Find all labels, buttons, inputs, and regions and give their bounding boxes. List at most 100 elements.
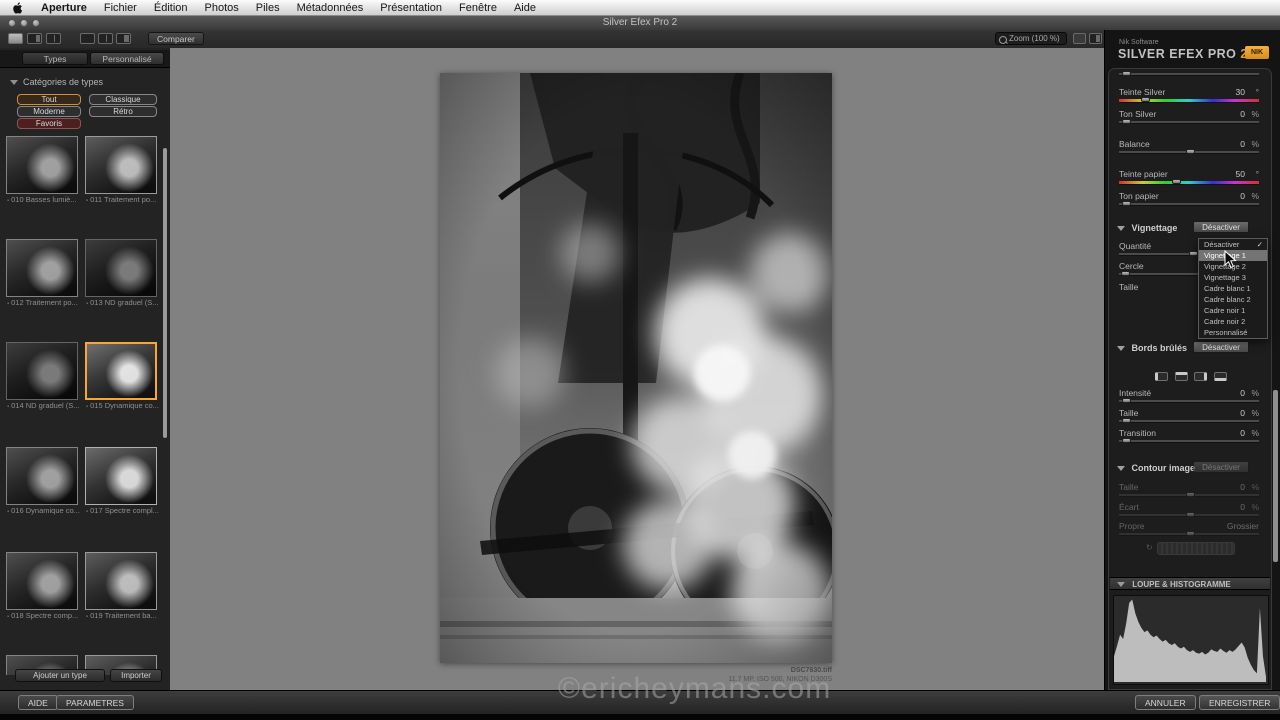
category-moderne-button[interactable]: Moderne <box>17 106 81 117</box>
tab-personnalise[interactable]: Personnalisé <box>90 52 164 65</box>
slider-label: Ton papier <box>1119 191 1159 201</box>
import-button[interactable]: Importer <box>110 669 162 682</box>
menu-item-desactiver[interactable]: Désactiver ✓ <box>1199 239 1267 250</box>
section-contour-image[interactable]: Contour image Désactiver <box>1117 461 1267 477</box>
category-favoris-button[interactable]: Favoris <box>17 118 81 129</box>
slider-ton-silver[interactable]: Ton Silver 0 % <box>1119 109 1259 125</box>
preset-thumbnail[interactable]: ▪ 018 Spectre comp... <box>2 550 81 653</box>
cancel-button[interactable]: ANNULER <box>1135 695 1196 710</box>
category-tout-button[interactable]: Tout <box>17 94 81 105</box>
menu-item-aide[interactable]: Aide <box>514 0 536 16</box>
preset-thumbnail[interactable]: ▪ 019 Traitement ba... <box>81 550 160 653</box>
slider-value: 0 <box>1240 482 1245 492</box>
slider-handle[interactable] <box>1186 149 1196 154</box>
slider-handle[interactable] <box>1121 119 1131 124</box>
slider-teinte-silver[interactable]: Teinte Silver 30 ° <box>1119 87 1259 103</box>
slider-balance[interactable]: Balance 0 % <box>1119 139 1259 155</box>
partial-slider[interactable] <box>1119 69 1259 77</box>
menu-item-edition[interactable]: Édition <box>154 0 188 16</box>
preset-thumbnail[interactable]: ▪ 014 ND graduel (S... <box>2 340 81 443</box>
slider-ton-papier[interactable]: Ton papier 0 % <box>1119 191 1259 207</box>
slider-value: Grossier <box>1226 521 1259 531</box>
zoom-icon <box>999 36 1007 44</box>
slider-intensite[interactable]: Intensité 0 % <box>1119 388 1259 404</box>
lightbulb-icon[interactable] <box>1073 33 1086 44</box>
photo <box>440 71 840 663</box>
slider-handle[interactable] <box>1141 97 1151 102</box>
edge-left-icon[interactable] <box>1155 372 1169 382</box>
section-bords-brules[interactable]: Bords brûlés Désactiver <box>1117 341 1267 357</box>
slider-handle[interactable] <box>1172 179 1182 184</box>
preset-thumbnail[interactable]: ▪ 012 Traitement po... <box>2 237 81 340</box>
section-vignettage[interactable]: Vignettage Désactiver <box>1117 221 1267 237</box>
preset-image <box>84 552 157 610</box>
menu-item-piles[interactable]: Piles <box>256 0 280 16</box>
vary-border-button[interactable]: ↻ <box>1146 542 1235 555</box>
edge-top-icon[interactable] <box>1174 372 1188 382</box>
slider-label: Taille <box>1119 482 1139 492</box>
add-type-button[interactable]: Ajouter un type <box>15 669 105 682</box>
bords-state-button[interactable]: Désactiver <box>1193 341 1249 353</box>
preset-thumbnail[interactable]: ▪ 013 ND graduel (S... <box>81 237 160 340</box>
contour-state-button[interactable]: Désactiver <box>1193 461 1249 473</box>
save-button[interactable]: ENREGISTRER <box>1199 695 1280 710</box>
slider-handle[interactable] <box>1121 201 1131 206</box>
split-preview-icon[interactable] <box>116 33 131 44</box>
menu-item-metadonnees[interactable]: Métadonnées <box>297 0 364 16</box>
settings-button[interactable]: PARAMETRES <box>56 695 134 710</box>
slider-handle[interactable] <box>1121 398 1131 403</box>
slider-taille-contour: Taille 0 % <box>1119 482 1259 498</box>
slider-value: 0 <box>1240 408 1245 418</box>
panel-scrollbar[interactable] <box>1273 390 1278 562</box>
slider-unit: % <box>1251 109 1259 119</box>
menu-item-aperture[interactable]: Aperture <box>41 0 87 16</box>
single-image-icon[interactable] <box>80 33 95 44</box>
slider-transition[interactable]: Transition 0 % <box>1119 428 1259 444</box>
slider-unit: % <box>1251 191 1259 201</box>
menu-item-presentation[interactable]: Présentation <box>380 0 442 16</box>
slider-handle[interactable] <box>1121 438 1131 443</box>
edge-bottom-icon[interactable] <box>1213 372 1227 382</box>
preset-thumbnail[interactable]: ▪ 017 Spectre compl... <box>81 445 160 548</box>
edge-right-icon[interactable] <box>1194 372 1208 382</box>
menu-item-cadre-blanc-2[interactable]: Cadre blanc 2 <box>1199 294 1267 305</box>
slider-taille-bords[interactable]: Taille 0 % <box>1119 408 1259 424</box>
vignettage-state-button[interactable]: Désactiver <box>1193 221 1249 233</box>
category-classique-button[interactable]: Classique <box>89 94 157 105</box>
categories-header[interactable]: Catégories de types <box>10 77 103 87</box>
mouse-cursor <box>1224 249 1237 274</box>
menu-item-cadre-noir-2[interactable]: Cadre noir 2 <box>1199 316 1267 327</box>
zoom-control[interactable]: Zoom (100 %) <box>995 32 1067 45</box>
apple-menu-icon[interactable] <box>13 1 24 14</box>
slider-handle[interactable] <box>1121 418 1131 423</box>
preset-thumbnail[interactable]: ▪ 010 Basses lumiè... <box>2 134 81 237</box>
category-retro-button[interactable]: Rétro <box>89 106 157 117</box>
preset-label: ▪ 016 Dynamique co... <box>7 506 80 515</box>
slider-teinte-papier[interactable]: Teinte papier 50 ° <box>1119 169 1259 185</box>
panel-toggle-icon[interactable] <box>1089 33 1102 44</box>
preset-image <box>5 342 78 400</box>
nik-logo: NIK <box>1245 46 1269 59</box>
split-view-icon[interactable] <box>27 33 42 44</box>
compare-button[interactable]: Comparer <box>148 32 204 45</box>
menu-item-photos[interactable]: Photos <box>205 0 239 16</box>
side-by-side-icon[interactable] <box>98 33 113 44</box>
slider-handle[interactable] <box>1120 271 1130 276</box>
menu-item-fenetre[interactable]: Fenêtre <box>459 0 497 16</box>
preset-thumbnail[interactable]: ▪ 016 Dynamique co... <box>2 445 81 548</box>
preset-label: ▪ 018 Spectre comp... <box>7 611 79 620</box>
section-label: LOUPE & HISTOGRAMME <box>1132 580 1231 589</box>
menu-item-fichier[interactable]: Fichier <box>104 0 137 16</box>
menu-item-personnalise[interactable]: Personnalisé <box>1199 327 1267 338</box>
help-button[interactable]: AIDE <box>18 695 58 710</box>
slider-value: 0 <box>1240 191 1245 201</box>
browser-view-icon[interactable] <box>8 33 23 44</box>
menu-item-cadre-noir-1[interactable]: Cadre noir 1 <box>1199 305 1267 316</box>
tab-types[interactable]: Types <box>22 52 88 65</box>
menu-item-cadre-blanc-1[interactable]: Cadre blanc 1 <box>1199 283 1267 294</box>
preset-list-scrollbar[interactable] <box>163 148 167 438</box>
viewer-view-icon[interactable] <box>46 33 61 44</box>
section-loupe-histogramme[interactable]: LOUPE & HISTOGRAMME <box>1110 577 1270 590</box>
preset-thumbnail[interactable]: ▪ 011 Traitement po... <box>81 134 160 237</box>
preset-thumbnail-selected[interactable]: ▪ 015 Dynamique co... <box>81 340 160 443</box>
